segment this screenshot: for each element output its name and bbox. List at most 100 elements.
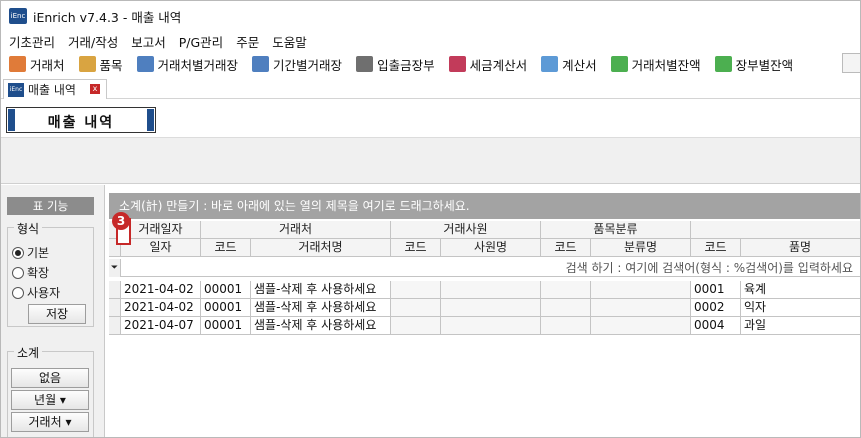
tab-sales-history[interactable]: iEnc 매출 내역 x	[3, 79, 107, 99]
format-radio-user-label: 사용자	[27, 286, 61, 300]
toolbar-balance-by-customer-button[interactable]: 거래처별잔액	[610, 55, 701, 74]
cell-category-name[interactable]	[591, 317, 691, 335]
app-logo-icon: iEnc	[9, 8, 27, 24]
cell-date[interactable]: 2021-04-02	[121, 281, 201, 299]
grid-header-row-top: 거래일자 거래처 거래사원 품목분류 품목	[109, 221, 860, 239]
radio-icon	[12, 286, 24, 299]
filter-strip	[1, 137, 860, 184]
header-item-name[interactable]: 품명	[741, 239, 860, 257]
cell-staff-code[interactable]	[391, 281, 441, 299]
cell-date[interactable]: 2021-04-02	[121, 299, 201, 317]
group-by-drop-area[interactable]: 소계(計) 만들기 : 바로 아래에 있는 열의 제목을 여기로 드래그하세요.	[109, 193, 860, 219]
cell-category-name[interactable]	[591, 281, 691, 299]
subtotal-none-button[interactable]: 없음	[11, 368, 89, 388]
format-radio-basic[interactable]: 기본	[12, 244, 49, 261]
cell-staff-code[interactable]	[391, 317, 441, 335]
cell-item-name[interactable]: 익자	[741, 299, 860, 317]
header-item-code[interactable]: 코드	[691, 239, 741, 257]
toolbar-ledger-by-customer-label: 거래처별거래장	[157, 57, 239, 73]
row-indicator	[109, 281, 121, 299]
toolbar-balance-by-book-button[interactable]: 장부별잔액	[714, 55, 793, 74]
people-icon	[9, 56, 26, 72]
header-category-code[interactable]: 코드	[541, 239, 591, 257]
header-staff-name[interactable]: 사원명	[441, 239, 541, 257]
toolbar-tax-invoice-button[interactable]: 세금계산서	[448, 55, 528, 74]
toolbar-ledger-by-period-button[interactable]: 기간별거래장	[252, 55, 342, 74]
cell-item-code[interactable]: 0002	[691, 299, 741, 317]
cell-staff-name[interactable]	[441, 317, 541, 335]
cell-staff-code[interactable]	[391, 299, 441, 317]
save-format-button[interactable]: 저장	[28, 304, 86, 324]
header-trade-date-group[interactable]: 거래일자	[121, 221, 201, 239]
sheet-icon	[541, 56, 559, 72]
header-staff-group[interactable]: 거래사원	[391, 221, 541, 239]
grid-icon	[448, 56, 466, 72]
cell-staff-name[interactable]	[441, 299, 541, 317]
grid-search-row[interactable]: ⏷ 검색 하기 : 여기에 검색어(형식 : %검색어)를 입력하세요	[109, 259, 860, 277]
format-radio-user[interactable]: 사용자	[12, 284, 60, 301]
toolbar-ledger-by-period-label: 기간별거래장	[273, 57, 343, 73]
format-radio-extended[interactable]: 확장	[12, 264, 49, 281]
toolbar-invoice-label: 계산서	[562, 57, 597, 73]
cell-customer-code[interactable]: 00001	[201, 299, 251, 317]
app-window: iEnc iEnrich v7.4.3 - 매출 내역 기초관리 거래/작성 보…	[0, 0, 861, 438]
menu-pg[interactable]: P/G관리	[179, 32, 223, 51]
toolbar-cashbook-button[interactable]: 입출금장부	[356, 55, 435, 74]
app-logo-icon: iEnc	[8, 82, 24, 97]
subtotal-customer-button[interactable]: 거래처 ▾	[11, 412, 89, 432]
calculator-icon	[356, 56, 374, 72]
toolbar-invoice-button[interactable]: 계산서	[541, 55, 597, 74]
toolbar-overflow-button[interactable]	[842, 53, 860, 73]
title-right-bar	[147, 109, 154, 131]
cell-category-code[interactable]	[541, 299, 591, 317]
header-category-group[interactable]: 품목분류	[541, 221, 691, 239]
header-customer-name[interactable]: 거래처명	[251, 239, 391, 257]
cell-category-code[interactable]	[541, 281, 591, 299]
toolbar-item-label: 품목	[99, 57, 123, 73]
cell-item-code[interactable]: 0001	[691, 281, 741, 299]
monitor-icon	[252, 56, 270, 72]
cell-customer-code[interactable]: 00001	[201, 281, 251, 299]
header-staff-code[interactable]: 코드	[391, 239, 441, 257]
toolbar: 거래처 품목 거래처별거래장 기간별거래장 입출금장부 세금계산서 계산서 거래…	[1, 51, 860, 77]
cell-item-name[interactable]: 과일	[741, 317, 860, 335]
table-row[interactable]: 2021-04-02 00001 샘플-삭제 후 사용하세요 0002 익자	[109, 299, 860, 317]
cell-customer-name[interactable]: 샘플-삭제 후 사용하세요	[251, 317, 391, 335]
toolbar-tax-invoice-label: 세금계산서	[469, 57, 528, 73]
menu-order[interactable]: 주문	[236, 32, 259, 51]
format-radio-basic-label: 기본	[27, 246, 50, 260]
cell-customer-name[interactable]: 샘플-삭제 후 사용하세요	[251, 299, 391, 317]
header-customer-code[interactable]: 코드	[201, 239, 251, 257]
cell-item-code[interactable]: 0004	[691, 317, 741, 335]
menu-basic[interactable]: 기초관리	[9, 32, 55, 51]
cell-date[interactable]: 2021-04-07	[121, 317, 201, 335]
header-item-group[interactable]: 품목	[691, 221, 860, 239]
menu-report[interactable]: 보고서	[131, 32, 166, 51]
table-row[interactable]: 2021-04-07 00001 샘플-삭제 후 사용하세요 0004 과일	[109, 317, 860, 335]
header-category-name[interactable]: 분류명	[591, 239, 691, 257]
cell-category-name[interactable]	[591, 299, 691, 317]
row-indicator	[109, 317, 121, 335]
panel-header: 표 기능	[7, 197, 94, 215]
cell-customer-code[interactable]: 00001	[201, 317, 251, 335]
money-icon	[610, 56, 628, 72]
header-customer-group[interactable]: 거래처	[201, 221, 391, 239]
header-date[interactable]: 일자	[121, 239, 201, 257]
menu-trade[interactable]: 거래/작성	[68, 32, 118, 51]
title-bar: iEnc iEnrich v7.4.3 - 매출 내역	[1, 1, 860, 31]
subtotal-yearmonth-button[interactable]: 년월 ▾	[11, 390, 89, 410]
table-function-panel: 표 기능 형식 기본 확장 사용자 저장 소계 없음 년월 ▾ 거래처 ▾	[1, 185, 105, 437]
table-row[interactable]: 2021-04-02 00001 샘플-삭제 후 사용하세요 0001 육계	[109, 281, 860, 299]
toolbar-customer-button[interactable]: 거래처	[9, 55, 65, 74]
toolbar-ledger-by-customer-button[interactable]: 거래처별거래장	[136, 55, 239, 74]
toolbar-item-button[interactable]: 품목	[78, 55, 123, 74]
monitor-icon	[136, 56, 154, 72]
cell-customer-name[interactable]: 샘플-삭제 후 사용하세요	[251, 281, 391, 299]
close-icon[interactable]: x	[90, 84, 100, 94]
cell-item-name[interactable]: 육계	[741, 281, 860, 299]
format-radio-extended-label: 확장	[27, 266, 50, 280]
menu-help[interactable]: 도움말	[272, 32, 307, 51]
radio-selected-icon	[12, 246, 24, 259]
cell-category-code[interactable]	[541, 317, 591, 335]
cell-staff-name[interactable]	[441, 281, 541, 299]
